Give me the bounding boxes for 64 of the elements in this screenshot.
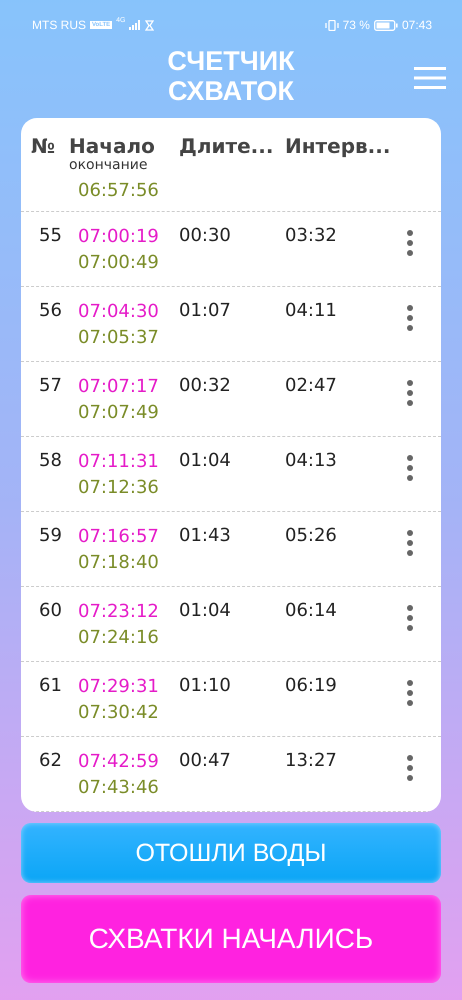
interval: 13:27 bbox=[285, 749, 338, 773]
end-time: 07:43:46 bbox=[78, 776, 159, 800]
more-icon[interactable] bbox=[407, 605, 413, 631]
row-number: 62 bbox=[38, 749, 63, 773]
interval: 06:14 bbox=[285, 599, 338, 623]
carrier-name: MTS RUS bbox=[32, 18, 86, 32]
more-icon[interactable] bbox=[407, 380, 413, 406]
duration: 01:10 bbox=[178, 674, 232, 698]
duration: 00:30 bbox=[178, 224, 232, 248]
end-time: 06:57:56 bbox=[78, 179, 159, 203]
row-number: 60 bbox=[38, 599, 63, 623]
more-icon[interactable] bbox=[407, 755, 413, 781]
more-icon[interactable] bbox=[407, 305, 413, 331]
more-icon[interactable] bbox=[407, 680, 413, 706]
start-time: 07:07:17 bbox=[78, 375, 159, 399]
duration: 00:32 bbox=[178, 374, 232, 398]
end-time: 07:30:42 bbox=[78, 701, 159, 725]
battery-percent: 73 % bbox=[342, 18, 370, 32]
more-icon[interactable] bbox=[407, 455, 413, 481]
column-header: № bbox=[31, 134, 56, 158]
duration: 01:07 bbox=[178, 299, 232, 323]
hourglass-icon bbox=[145, 20, 154, 30]
water-broke-button[interactable]: ОТОШЛИ ВОДЫ bbox=[21, 823, 441, 883]
more-icon[interactable] bbox=[407, 530, 413, 556]
duration: 01:04 bbox=[178, 449, 232, 473]
end-time: 07:07:49 bbox=[78, 401, 159, 425]
end-time: 07:24:16 bbox=[78, 626, 159, 650]
end-time: 07:05:37 bbox=[78, 326, 159, 350]
end-time: 07:12:36 bbox=[78, 476, 159, 500]
start-time: 07:42:59 bbox=[78, 750, 159, 774]
clock: 07:43 bbox=[402, 18, 432, 32]
interval: 05:26 bbox=[285, 524, 338, 548]
column-header: Интерв... bbox=[285, 134, 392, 158]
start-time: 07:00:19 bbox=[78, 225, 159, 249]
row-number: 56 bbox=[38, 299, 63, 323]
start-time: 07:04:30 bbox=[78, 300, 159, 324]
column-subheader: окончание bbox=[69, 158, 148, 172]
row-number: 61 bbox=[38, 674, 63, 698]
row-number: 59 bbox=[38, 524, 63, 548]
contractions-started-button[interactable]: СХВАТКИ НАЧАЛИСЬ bbox=[21, 895, 441, 983]
start-time: 07:11:31 bbox=[78, 450, 159, 474]
column-header: Длите... bbox=[179, 134, 274, 158]
interval: 04:13 bbox=[285, 449, 338, 473]
duration: 01:04 bbox=[178, 599, 232, 623]
end-time: 07:00:49 bbox=[78, 251, 159, 275]
interval: 04:11 bbox=[285, 299, 338, 323]
row-number: 57 bbox=[38, 374, 63, 398]
app-title: СЧЕТЧИК СХВАТОК bbox=[166, 46, 296, 108]
interval: 02:47 bbox=[285, 374, 338, 398]
battery-icon bbox=[374, 20, 398, 30]
signal-icon bbox=[129, 20, 142, 30]
interval: 06:19 bbox=[285, 674, 338, 698]
vibrate-icon bbox=[324, 20, 339, 30]
row-number: 58 bbox=[38, 449, 63, 473]
column-header: Начало bbox=[69, 134, 155, 158]
start-time: 07:16:57 bbox=[78, 525, 159, 549]
duration: 01:43 bbox=[178, 524, 232, 548]
more-icon[interactable] bbox=[407, 230, 413, 256]
interval: 03:32 bbox=[285, 224, 338, 248]
end-time: 07:18:40 bbox=[78, 551, 159, 575]
row-number: 55 bbox=[38, 224, 63, 248]
duration: 00:47 bbox=[178, 749, 232, 773]
start-time: 07:23:12 bbox=[78, 600, 159, 624]
start-time: 07:29:31 bbox=[78, 675, 159, 699]
